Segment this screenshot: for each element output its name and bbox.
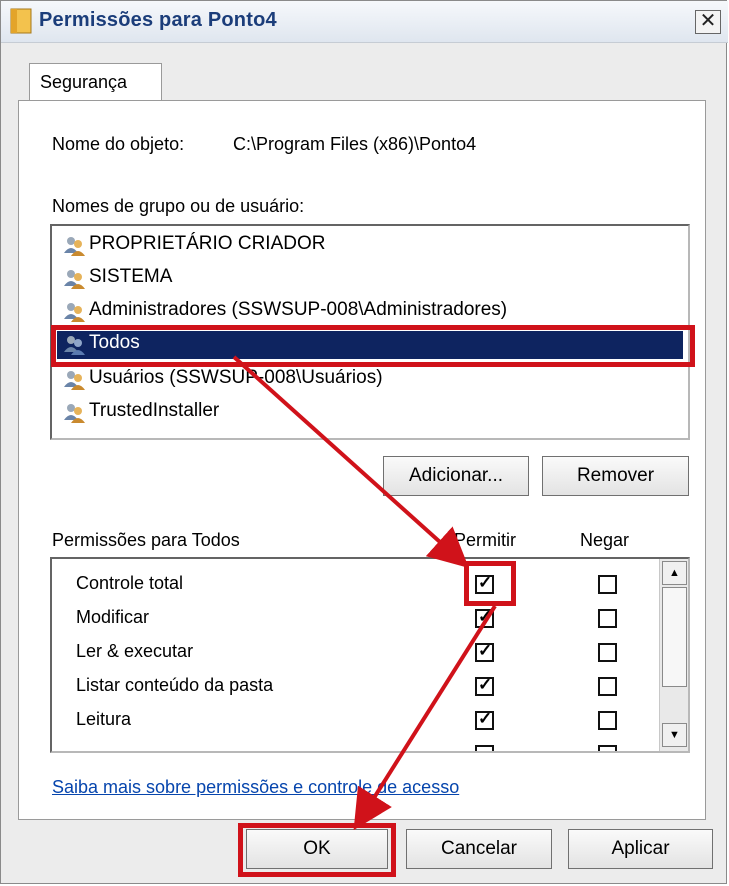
deny-checkbox[interactable] (598, 575, 617, 594)
checkmark-icon: ✓ (478, 607, 493, 626)
permission-name: Modificar (76, 607, 150, 627)
allow-checkbox[interactable]: ✓ (475, 607, 494, 628)
object-name-label: Nome do objeto: (52, 134, 185, 154)
permission-row-full-control: Controle total ✓ (52, 567, 657, 601)
highlight-todos (51, 325, 695, 367)
users-icon (64, 270, 85, 289)
permission-row-list-folder: Listar conteúdo da pasta ✓ (52, 669, 657, 703)
deny-checkbox[interactable] (598, 643, 617, 662)
allow-checkbox[interactable]: ✓ (475, 675, 494, 696)
permission-row-read-execute: Ler & executar ✓ (52, 635, 657, 669)
groups-label: Nomes de grupo ou de usuário: (52, 196, 305, 216)
close-icon: ✕ (699, 10, 717, 32)
checkmark-icon: ✓ (478, 641, 493, 660)
deny-checkbox[interactable] (598, 677, 617, 696)
list-item-label: TrustedInstaller (89, 400, 220, 421)
permissions-scrollbar[interactable]: ▲ ▼ (659, 559, 688, 751)
allow-header: Permitir (454, 530, 516, 550)
highlight-ok (238, 823, 396, 877)
list-item-administradores[interactable]: Administradores (SSWSUP-008\Administrado… (57, 298, 683, 326)
allow-checkbox[interactable] (475, 745, 494, 751)
help-link[interactable]: Saiba mais sobre permissões e controle d… (52, 777, 459, 798)
permission-row-partial (52, 737, 657, 751)
list-item-trustedinstaller[interactable]: TrustedInstaller (57, 399, 683, 427)
arrow-up-icon: ▲ (669, 567, 680, 579)
list-item-sistema[interactable]: SISTEMA (57, 265, 683, 293)
scroll-thumb[interactable] (662, 587, 687, 687)
list-item-label: SISTEMA (89, 266, 173, 287)
object-name-value: C:\Program Files (x86)\Ponto4 (233, 134, 477, 154)
permission-name: Ler & executar (76, 641, 194, 661)
checkmark-icon: ✓ (478, 709, 493, 728)
tab-security-label: Segurança (40, 72, 128, 92)
close-button[interactable]: ✕ (695, 10, 721, 34)
deny-checkbox[interactable] (598, 609, 617, 628)
scroll-up-button[interactable]: ▲ (662, 561, 687, 585)
allow-checkbox[interactable]: ✓ (475, 709, 494, 730)
deny-checkbox[interactable] (598, 745, 617, 751)
users-icon (64, 371, 85, 390)
arrow-down-icon: ▼ (669, 729, 680, 741)
add-button[interactable]: Adicionar... (383, 456, 529, 496)
list-item-label: PROPRIETÁRIO CRIADOR (89, 233, 326, 254)
allow-checkbox[interactable]: ✓ (475, 641, 494, 662)
list-item-proprietario-criador[interactable]: PROPRIETÁRIO CRIADOR (57, 232, 683, 260)
users-icon (64, 237, 85, 256)
permissions-label: Permissões para Todos (52, 530, 240, 550)
list-item-usuarios[interactable]: Usuários (SSWSUP-008\Usuários) (57, 366, 683, 394)
apply-button[interactable]: Aplicar (568, 829, 713, 869)
list-item-label: Usuários (SSWSUP-008\Usuários) (89, 367, 383, 388)
tab-security[interactable]: Segurança (29, 63, 162, 103)
permissions-list: Controle total ✓ Modificar ✓ Ler & execu… (50, 557, 690, 753)
title-bar[interactable]: Permissões para Ponto4 ✕ (1, 1, 728, 43)
deny-header: Negar (580, 530, 630, 550)
permission-name: Leitura (76, 709, 132, 729)
permission-name: Listar conteúdo da pasta (76, 675, 274, 695)
list-item-label: Administradores (SSWSUP-008\Administrado… (89, 299, 508, 320)
cancel-button[interactable]: Cancelar (406, 829, 552, 869)
scroll-down-button[interactable]: ▼ (662, 723, 687, 747)
permission-row-modify: Modificar ✓ (52, 601, 657, 635)
highlight-allow-full-control (464, 561, 516, 606)
window-title: Permissões para Ponto4 (39, 9, 277, 31)
users-icon (64, 404, 85, 423)
checkmark-icon: ✓ (478, 675, 493, 694)
folder-icon (10, 8, 32, 34)
deny-checkbox[interactable] (598, 711, 617, 730)
permission-name: Controle total (76, 573, 184, 593)
remove-button[interactable]: Remover (542, 456, 689, 496)
users-icon (64, 303, 85, 322)
permission-row-read: Leitura ✓ (52, 703, 657, 737)
